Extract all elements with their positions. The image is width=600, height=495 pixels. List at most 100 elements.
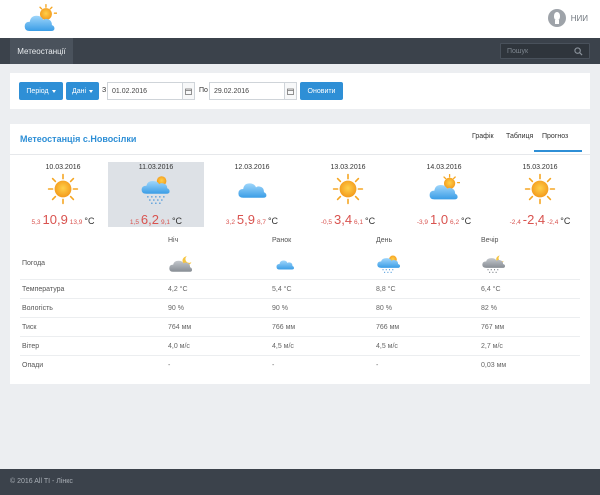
cloud-moon-snow-icon <box>481 254 507 274</box>
temp-max: 8,7 <box>256 219 266 226</box>
to-date-input[interactable]: 29.02.2016 <box>209 82 285 100</box>
temp-unit: °C <box>171 216 183 226</box>
user-menu[interactable]: НИИ <box>547 9 588 27</box>
temp-unit: °C <box>267 216 279 226</box>
forecast-day[interactable]: 15.03.2016 -2,4 -2,4 -2,4 °C <box>492 162 588 227</box>
user-avatar-icon[interactable] <box>547 9 566 27</box>
table-cell: 4,2 °C <box>168 286 188 293</box>
table-cell: 90 % <box>168 305 184 312</box>
forecast-date: 10.03.2016 <box>45 164 81 171</box>
temp-max: -2,4 <box>547 219 559 226</box>
sun-icon <box>46 173 80 205</box>
forecast-day[interactable]: 13.03.2016 -0,5 3,4 6,1 °C <box>300 162 396 227</box>
table-row: Вологість 90 % 90 % 80 % 82 % <box>20 298 580 317</box>
from-label: З <box>102 87 107 94</box>
period-dropdown-button[interactable]: Період <box>19 82 63 100</box>
period-label: Період <box>26 87 49 95</box>
footer: © 2016 All TI - Лінкс <box>0 469 600 495</box>
table-cell: 766 мм <box>376 324 400 331</box>
forecast-date: 14.03.2016 <box>426 164 462 171</box>
logo-cloud-sun-icon[interactable] <box>12 3 68 37</box>
from-date-input[interactable]: 01.02.2016 <box>107 82 183 100</box>
cloud-sun-icon <box>427 173 461 205</box>
search-input[interactable] <box>507 46 572 56</box>
table-cell: 5,4 °C <box>272 286 292 293</box>
temp-unit: °C <box>365 216 376 226</box>
tab-table[interactable]: Таблиця <box>506 133 533 140</box>
search-box[interactable] <box>500 43 590 59</box>
temp-unit: °C <box>461 216 472 226</box>
forecast-temps: 1,5 6,2 9,1 °C <box>108 212 204 227</box>
sun-icon <box>331 173 365 205</box>
table-cell: 82 % <box>481 305 497 312</box>
row-label: Погода <box>22 260 46 267</box>
temp-min: -2,4 <box>509 219 521 226</box>
period-header-night: Ніч <box>168 237 179 244</box>
temp-main: 10,9 <box>42 212 68 227</box>
temp-min: -0,5 <box>320 219 333 226</box>
temp-max: 6,2 <box>450 219 460 226</box>
forecast-temps: 3,2 5,9 8,7 °C <box>204 212 300 227</box>
cloud-snow-sun-icon <box>139 173 173 205</box>
nav-tab-stations[interactable]: Метеостанції <box>10 38 73 64</box>
temp-max: 13,9 <box>69 219 83 226</box>
forecast-day[interactable]: 11.03.2016 1,5 6,2 9,1 °C <box>108 162 204 227</box>
temp-max: 6,1 <box>354 219 364 226</box>
table-cell: 4,5 м/с <box>376 343 398 350</box>
table-cell: 90 % <box>272 305 288 312</box>
table-cell: 764 мм <box>168 324 192 331</box>
period-header-morning: Ранок <box>272 237 292 244</box>
to-calendar-button[interactable] <box>285 82 297 100</box>
temp-min: -3,9 <box>416 219 429 226</box>
row-label: Вологість <box>22 305 53 312</box>
table-cell: - <box>376 362 379 369</box>
forecast-day[interactable]: 14.03.2016 -3,9 1,0 6,2 °C <box>396 162 492 227</box>
forecast-temps: -2,4 -2,4 -2,4 °C <box>492 212 588 227</box>
forecast-date: 13.03.2016 <box>330 164 366 171</box>
user-name[interactable]: НИИ <box>571 14 588 23</box>
temp-min: 3,2 <box>225 219 235 226</box>
data-label: Дані <box>71 87 87 95</box>
calendar-icon <box>185 88 192 95</box>
cloud-moon-icon <box>168 254 194 274</box>
panel-divider <box>10 154 590 155</box>
temp-min: 5,3 <box>31 219 41 226</box>
forecast-date: 15.03.2016 <box>522 164 558 171</box>
table-cell: 4,0 м/с <box>168 343 190 350</box>
table-cell: 80 % <box>376 305 392 312</box>
table-row: Температура 4,2 °C 5,4 °C 8,8 °C 6,4 °C <box>20 279 580 298</box>
data-dropdown-button[interactable]: Дані <box>66 82 99 100</box>
temp-main: -2,4 <box>522 212 546 227</box>
nav-bar: Метеостанції <box>0 38 600 64</box>
search-icon[interactable] <box>574 47 583 56</box>
forecast-day[interactable]: 10.03.2016 5,3 10,9 13,9 °C <box>15 162 111 227</box>
cloud-sun-snow-icon <box>376 254 402 274</box>
table-cell: - <box>168 362 171 369</box>
station-panel: Метеостанція с.Новосілки Графік Таблиця … <box>10 124 590 384</box>
row-label: Вітер <box>22 343 40 350</box>
cloud-icon <box>235 173 269 205</box>
table-cell: 2,7 м/с <box>481 343 503 350</box>
copyright-text: © 2016 All TI - Лінкс <box>10 478 73 485</box>
forecast-temps: -0,5 3,4 6,1 °C <box>300 212 396 227</box>
update-button[interactable]: Оновити <box>300 82 343 100</box>
table-row: Тиск 764 мм 766 мм 766 мм 767 мм <box>20 317 580 336</box>
from-calendar-button[interactable] <box>183 82 195 100</box>
temp-unit: °C <box>560 216 571 226</box>
forecast-date: 11.03.2016 <box>138 164 174 171</box>
table-row: Вітер 4,0 м/с 4,5 м/с 4,5 м/с 2,7 м/с <box>20 336 580 355</box>
tab-forecast[interactable]: Прогноз <box>542 133 568 140</box>
chevron-down-icon <box>89 89 94 93</box>
chevron-down-icon <box>51 89 56 93</box>
period-header-evening: Вечір <box>481 237 499 244</box>
table-cell: 767 мм <box>481 324 505 331</box>
calendar-icon <box>287 88 294 95</box>
to-label: По <box>199 87 208 94</box>
cloud-icon <box>272 254 298 274</box>
top-bar: НИИ <box>0 0 600 38</box>
tab-chart[interactable]: Графік <box>472 133 494 140</box>
forecast-temps: -3,9 1,0 6,2 °C <box>396 212 492 227</box>
sun-icon <box>523 173 557 205</box>
weather-row: Погода <box>20 250 580 279</box>
forecast-day[interactable]: 12.03.2016 3,2 5,9 8,7 °C <box>204 162 300 227</box>
